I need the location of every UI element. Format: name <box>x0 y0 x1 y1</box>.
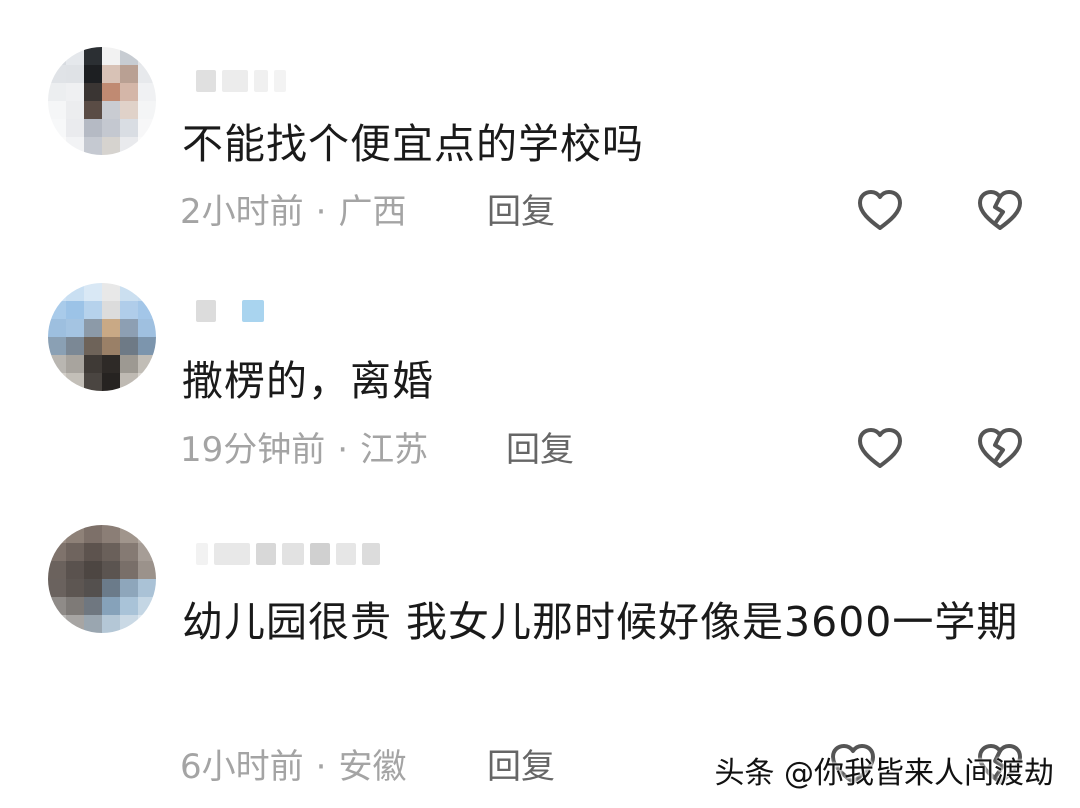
username-blurred[interactable] <box>196 543 380 569</box>
broken-heart-icon[interactable] <box>975 424 1025 474</box>
watermark: 头条 @你我皆来人间渡劫 <box>714 756 1054 791</box>
reply-button[interactable]: 回复 <box>487 190 555 234</box>
broken-heart-icon[interactable] <box>975 186 1025 236</box>
comment-meta: 19分钟前 · 江苏 <box>180 428 428 472</box>
meta-separator: · <box>315 192 327 232</box>
comment-location: 安徽 <box>338 747 407 787</box>
comment-list: 不能找个便宜点的学校吗 2小时前 · 广西 回复 撒楞的，离婚 19分钟前 · … <box>0 0 1080 808</box>
comment-time: 2小时前 <box>180 192 304 232</box>
username-blurred[interactable] <box>196 300 264 326</box>
comment-text: 撒楞的，离婚 <box>182 357 434 405</box>
reply-button[interactable]: 回复 <box>487 745 555 789</box>
comment-time: 6小时前 <box>180 747 304 787</box>
username-blurred[interactable] <box>196 70 286 96</box>
heart-outline-icon[interactable] <box>855 186 905 236</box>
comment-location: 江苏 <box>360 430 429 470</box>
avatar[interactable] <box>48 283 156 391</box>
comment-time: 19分钟前 <box>180 430 326 470</box>
meta-separator: · <box>315 747 327 787</box>
avatar[interactable] <box>48 525 156 633</box>
comment-text: 幼儿园很贵 我女儿那时候好像是3600一学期 <box>182 598 1019 646</box>
comment-location: 广西 <box>338 192 407 232</box>
reply-button[interactable]: 回复 <box>506 428 574 472</box>
comment-meta: 2小时前 · 广西 <box>180 190 406 234</box>
heart-outline-icon[interactable] <box>855 424 905 474</box>
comment-meta: 6小时前 · 安徽 <box>180 745 406 789</box>
avatar[interactable] <box>48 47 156 155</box>
comment-text: 不能找个便宜点的学校吗 <box>182 120 644 168</box>
meta-separator: · <box>337 430 349 470</box>
